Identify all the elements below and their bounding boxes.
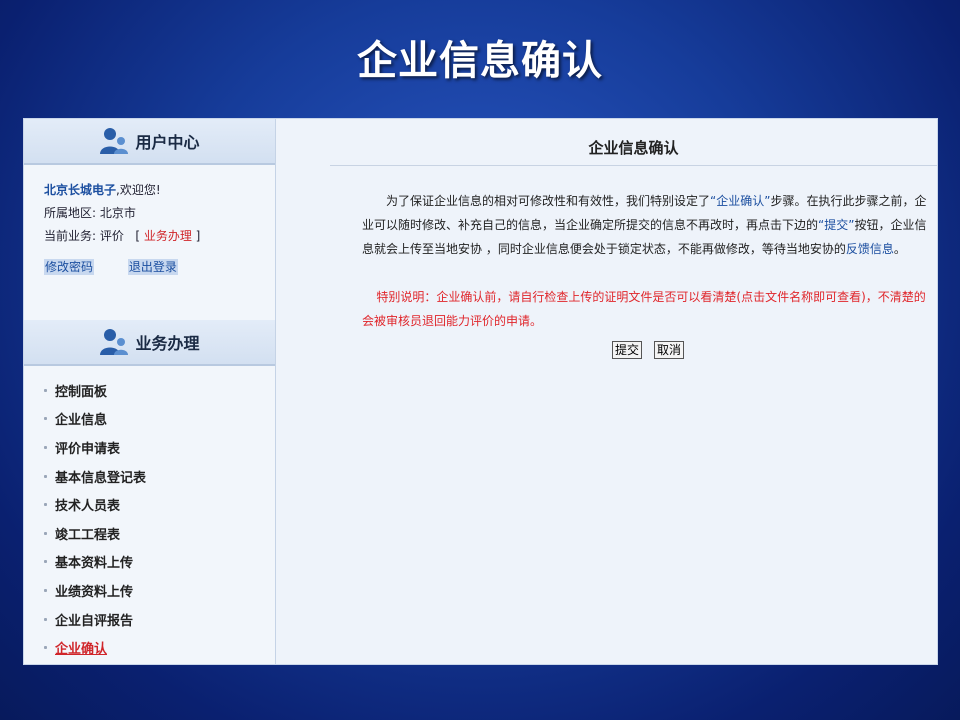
welcome-text: ,欢迎您! (116, 183, 161, 197)
user-icon (100, 329, 129, 355)
user-center-header: 用户中心 (24, 119, 275, 165)
sidebar-item-technical-staff[interactable]: 技术人员表 (44, 490, 275, 519)
change-password-link[interactable]: 修改密码 (44, 259, 95, 275)
sidebar-item-evaluation-form[interactable]: 评价申请表 (44, 433, 275, 462)
bullet-icon (44, 560, 47, 564)
region-value: 北京市 (99, 206, 136, 220)
business-header: 业务办理 (24, 320, 275, 366)
app-window: 用户中心 北京长城电子,欢迎您! 所属地区: 北京市 当前业务: 评价 [ 业务… (23, 118, 938, 665)
slide-title: 企业信息确认 (357, 38, 603, 84)
cancel-button[interactable]: 取消 (654, 341, 685, 359)
bullet-icon (44, 417, 47, 421)
menu-label: 企业自评报告 (55, 613, 134, 629)
action-buttons: 提交 取消 (612, 341, 685, 359)
p1-quote-confirm: “企业确认” (710, 194, 771, 208)
menu-label: 企业确认 (55, 642, 108, 658)
bullet-icon (44, 503, 47, 507)
sidebar-item-basic-registration[interactable]: 基本信息登记表 (44, 462, 275, 491)
logout-link[interactable]: 退出登录 (127, 259, 178, 275)
business-title: 业务办理 (135, 334, 200, 353)
menu-label: 基本信息登记表 (55, 470, 147, 486)
bullet-icon (44, 531, 47, 535)
submit-button[interactable]: 提交 (612, 341, 643, 359)
region-label: 所属地区: (44, 206, 100, 220)
instructions-paragraph: 为了保证企业信息的相对可修改性和有效性，我们特别设定了“企业确认”步骤。在执行此… (362, 189, 928, 261)
business-value: 评价 (99, 229, 124, 243)
business-panel: 业务办理 控制面板 企业信息 评价申请表 基本信息登记表 技术人员表 竣工工程表… (24, 320, 275, 662)
page-title: 企业信息确认 (330, 135, 937, 166)
sidebar-item-self-report[interactable]: 企业自评报告 (44, 605, 275, 634)
business-line: 当前业务: 评价 [ 业务办理 ] (44, 229, 201, 243)
company-name: 北京长城电子 (44, 183, 117, 197)
menu-label: 业绩资料上传 (55, 584, 134, 600)
sidebar: 用户中心 北京长城电子,欢迎您! 所属地区: 北京市 当前业务: 评价 [ 业务… (24, 119, 276, 664)
user-links: 修改密码 退出登录 (24, 248, 275, 275)
menu-label: 技术人员表 (55, 499, 121, 515)
bullet-icon (44, 445, 47, 449)
menu-label: 竣工工程表 (55, 527, 121, 543)
menu-label: 控制面板 (55, 384, 108, 400)
p1-part-a: 为了保证企业信息的相对可修改性和有效性，我们特别设定了 (386, 194, 711, 208)
sidebar-menu: 控制面板 企业信息 评价申请表 基本信息登记表 技术人员表 竣工工程表 基本资料… (24, 366, 275, 662)
user-center-title: 用户中心 (135, 133, 200, 152)
sidebar-item-performance-upload[interactable]: 业绩资料上传 (44, 576, 275, 605)
main-content: 企业信息确认 为了保证企业信息的相对可修改性和有效性，我们特别设定了“企业确认”… (276, 119, 937, 664)
user-icon (100, 128, 129, 154)
sidebar-item-basic-upload[interactable]: 基本资料上传 (44, 548, 275, 577)
bullet-icon (44, 388, 47, 392)
sidebar-item-confirm[interactable]: 企业确认 (44, 633, 275, 662)
bullet-icon (44, 474, 47, 478)
bullet-icon (44, 646, 47, 650)
feedback-link[interactable]: 反馈信息 (846, 242, 894, 256)
business-label: 当前业务: (44, 229, 100, 243)
bullet-icon (44, 588, 47, 592)
menu-label: 基本资料上传 (55, 556, 134, 572)
menu-label: 企业信息 (55, 413, 108, 429)
region-line: 所属地区: 北京市 (44, 202, 275, 225)
sidebar-item-completed-projects[interactable]: 竣工工程表 (44, 519, 275, 548)
sidebar-item-control-panel[interactable]: 控制面板 (44, 376, 275, 405)
user-info: 北京长城电子,欢迎您! 所属地区: 北京市 当前业务: 评价 [ 业务办理 ] (24, 165, 275, 248)
sidebar-item-company-info[interactable]: 企业信息 (44, 405, 275, 434)
p1-end: 。 (893, 242, 906, 256)
welcome-line: 北京长城电子,欢迎您! (44, 179, 275, 202)
bullet-icon (44, 617, 47, 621)
business-link[interactable]: 业务办理 (144, 229, 192, 243)
menu-label: 评价申请表 (55, 441, 121, 457)
p1-quote-submit: “提交” (818, 218, 855, 232)
special-note: 特别说明：企业确认前，请自行检查上传的证明文件是否可以看清楚(点击文件名称即可查… (362, 290, 926, 328)
